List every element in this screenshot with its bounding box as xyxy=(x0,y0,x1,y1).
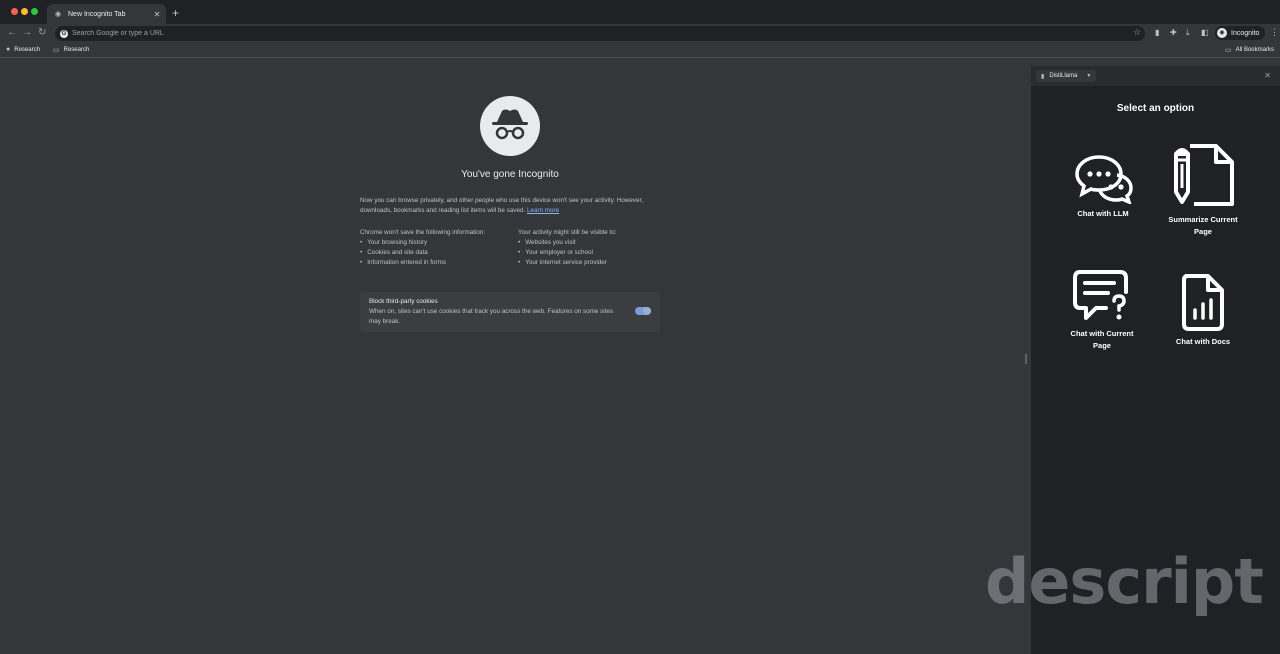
reload-icon[interactable]: ↻ xyxy=(38,27,46,38)
toolbar: ← → ↻ G ☆ ▮ ✚ ⤓ ◧ ◉ Incognito ⋮ xyxy=(0,24,1280,42)
grip-icon xyxy=(1025,354,1027,364)
option-chat-with-docs[interactable]: Chat with Docs xyxy=(1163,272,1243,348)
back-icon[interactable]: ← xyxy=(7,27,17,38)
list-item: Your browsing history xyxy=(360,238,490,248)
toggle-knob xyxy=(643,307,651,315)
not-saved-title: Chrome won't save the following informat… xyxy=(360,229,486,236)
address-input[interactable] xyxy=(72,30,1072,37)
bookmark-star-icon[interactable]: ☆ xyxy=(1133,27,1141,38)
chevron-down-icon: ▼ xyxy=(1086,73,1092,79)
message-question-icon xyxy=(1073,270,1128,320)
side-panel-selector[interactable]: ▮ DistiLlama ▼ xyxy=(1036,70,1097,82)
side-panel-icon[interactable]: ◧ xyxy=(1201,28,1209,37)
intro-text: Now you can browse privately, and other … xyxy=(360,196,665,216)
download-icon[interactable]: ⤓ xyxy=(1186,28,1190,38)
panel-title: Select an option xyxy=(1116,103,1195,114)
forward-icon[interactable]: → xyxy=(22,27,32,38)
incognito-page: You've gone Incognito Now you can browse… xyxy=(0,58,1022,654)
distillama-icon: ▮ xyxy=(1041,73,1045,80)
list-item: Your internet service provider xyxy=(518,258,668,268)
side-panel-header: ▮ DistiLlama ▼ ✕ xyxy=(1031,66,1280,86)
not-saved-column: Chrome won't save the following informat… xyxy=(360,228,490,268)
bookmark-item[interactable]: ▭ Research xyxy=(53,46,89,54)
minimize-window-button[interactable] xyxy=(21,8,28,15)
third-party-cookies-card: Block third-party cookies When on, sites… xyxy=(360,292,660,332)
incognito-tab-icon: ◉ xyxy=(55,10,62,18)
descript-watermark: descript xyxy=(985,545,1264,618)
list-item: Cookies and site data xyxy=(360,248,490,258)
maximize-window-button[interactable] xyxy=(31,8,38,15)
all-bookmarks-button[interactable]: ▭ All Bookmarks xyxy=(1225,46,1274,54)
incognito-logo xyxy=(480,96,540,156)
still-visible-column: Your activity might still be visible to:… xyxy=(518,228,668,268)
close-icon[interactable]: ✕ xyxy=(1264,71,1271,80)
option-chat-with-llm[interactable]: Chat with LLM xyxy=(1067,154,1139,220)
bookmark-label: Research xyxy=(63,47,90,53)
document-pencil-icon xyxy=(1174,144,1234,206)
tab-new-incognito[interactable]: ◉ New Incognito Tab ✕ xyxy=(47,4,166,24)
bookmark-item[interactable]: ● Research xyxy=(6,46,40,53)
close-window-button[interactable] xyxy=(11,8,18,15)
option-chat-with-current-page[interactable]: Chat with Current Page xyxy=(1061,268,1143,352)
tab-close-icon[interactable]: ✕ xyxy=(152,10,162,19)
option-label: Chat with Docs xyxy=(1175,337,1231,346)
option-label: Summarize Current Page xyxy=(1168,215,1238,236)
incognito-hat-glasses-icon xyxy=(492,109,528,140)
option-label: Chat with LLM xyxy=(1077,209,1129,218)
title-bar: ◉ New Incognito Tab ✕ + xyxy=(0,0,1280,24)
extensions-puzzle-icon[interactable]: ✚ xyxy=(1170,28,1177,37)
list-item: Your employer or school xyxy=(518,248,668,258)
list-item: Websites you visit xyxy=(518,238,668,248)
still-visible-title: Your activity might still be visible to: xyxy=(518,229,617,236)
document-chart-icon xyxy=(1182,274,1224,331)
folder-icon: ▭ xyxy=(53,47,60,54)
menu-kebab-icon[interactable]: ⋮ xyxy=(1270,27,1279,38)
cookies-description: When on, sites can't use cookies that tr… xyxy=(369,308,614,325)
bookmarks-bar: ● Research ▭ Research ▭ All Bookmarks xyxy=(0,42,1280,58)
incognito-profile-button[interactable]: ◉ Incognito xyxy=(1215,26,1266,40)
bookmark-label: Research xyxy=(14,46,40,53)
list-item: Information entered in forms xyxy=(360,258,490,268)
tab-title: New Incognito Tab xyxy=(68,10,126,18)
new-tab-button[interactable]: + xyxy=(172,6,179,20)
chat-bubbles-icon xyxy=(1075,155,1133,204)
cookies-title: Block third-party cookies xyxy=(369,298,438,305)
google-icon: G xyxy=(60,29,68,38)
page-title: You've gone Incognito xyxy=(461,169,559,180)
block-cookies-toggle[interactable] xyxy=(635,307,651,315)
incognito-avatar-icon: ◉ xyxy=(1217,28,1227,38)
all-bookmarks-label: All Bookmarks xyxy=(1235,47,1274,53)
option-summarize-current-page[interactable]: Summarize Current Page xyxy=(1159,140,1247,238)
omnibox[interactable]: G xyxy=(55,26,1145,41)
selector-label: DistiLlama xyxy=(1049,73,1078,79)
profile-label: Incognito xyxy=(1231,29,1260,37)
github-icon: ● xyxy=(6,46,11,53)
extension-distillama-icon[interactable]: ▮ xyxy=(1155,28,1159,37)
folder-icon: ▭ xyxy=(1225,47,1232,54)
option-label: Chat with Current Page xyxy=(1070,329,1134,350)
intro-body: Now you can browse privately, and other … xyxy=(360,197,644,214)
learn-more-link[interactable]: Learn more xyxy=(527,207,559,214)
